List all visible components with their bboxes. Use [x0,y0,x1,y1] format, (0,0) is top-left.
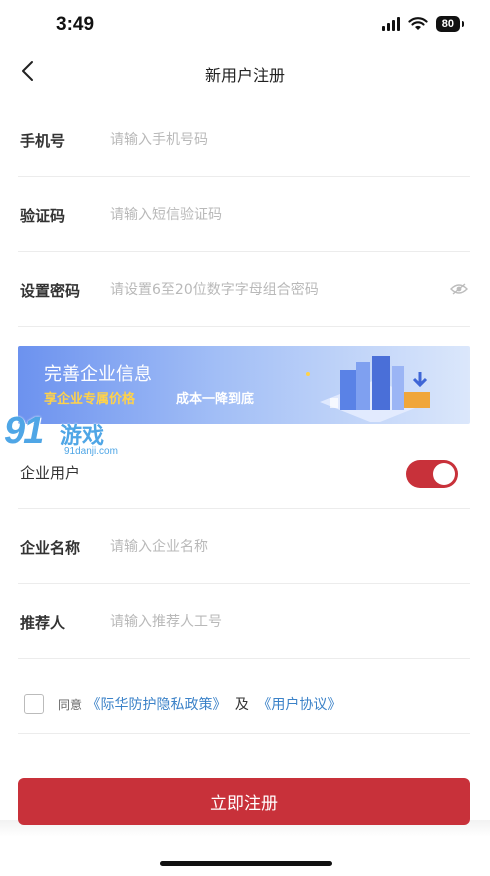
privacy-policy-link[interactable]: 《际华防护隐私政策》 [86,697,226,713]
status-icons: 80 [381,16,465,32]
agree-and: 及 [234,697,249,713]
phone-input[interactable] [110,124,440,156]
company-name-input[interactable] [110,531,440,563]
company-label: 企业名称 [20,539,81,557]
banner-title: 完善企业信息 [44,364,152,385]
referrer-input[interactable] [110,606,440,638]
password-input[interactable] [110,274,440,306]
agreement-row: 同意 《际华防护隐私政策》 及 《用户协议》 [18,672,470,734]
agree-checkbox[interactable] [24,694,44,714]
watermark-domain: 91danji.com [64,446,118,457]
status-time: 3:49 [56,14,95,35]
password-row: 设置密码 [18,252,470,327]
referrer-row: 推荐人 [18,584,470,659]
referrer-label: 推荐人 [20,614,66,632]
enterprise-user-toggle[interactable] [406,460,458,488]
code-label: 验证码 [20,207,66,225]
user-agreement-link[interactable]: 《用户协议》 [257,697,341,713]
status-bar: 3:49 80 [0,0,490,50]
company-row: 企业名称 [18,509,470,584]
watermark-logo: 91 游戏 91danji.com [4,410,144,464]
wifi-icon [408,17,428,30]
watermark-number: 91 [4,410,44,452]
banner-illustration [306,356,430,422]
nav-bar: 新用户注册 [0,50,490,94]
page-title: 新用户注册 [204,66,285,85]
register-button[interactable]: 立即注册 [18,778,470,825]
toggle-knob [433,463,455,485]
password-label: 设置密码 [20,282,81,300]
agreement-text: 同意 《际华防护隐私政策》 及 《用户协议》 [58,694,341,714]
banner-subtitle: 成本一降到底 [176,392,255,407]
signal-icon [381,17,400,31]
home-indicator [160,861,332,866]
enterprise-user-label: 企业用户 [20,464,81,482]
sms-code-input[interactable] [110,199,440,231]
phone-row: 手机号 [18,102,470,177]
phone-label: 手机号 [20,132,66,150]
code-row: 验证码 [18,177,470,252]
eye-icon[interactable] [450,282,468,296]
agree-prefix: 同意 [58,698,83,712]
bottom-area [0,820,490,876]
battery-icon: 80 [435,16,465,32]
banner-subtitle-highlight: 享企业专属价格 [44,392,136,407]
